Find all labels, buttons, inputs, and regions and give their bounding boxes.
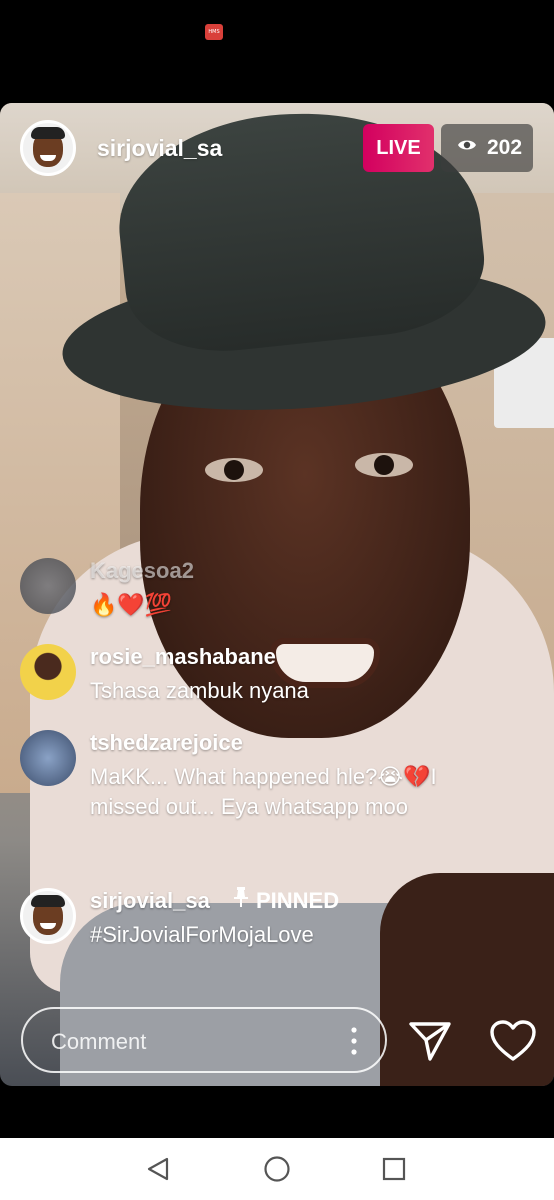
comment-username[interactable]: tshedzarejoice	[90, 730, 243, 756]
status-bar: HMS	[0, 0, 554, 60]
recent-square-icon[interactable]	[382, 1157, 406, 1181]
commenter-avatar[interactable]	[20, 888, 76, 944]
viewer-count: 202	[487, 136, 523, 159]
heart-icon[interactable]	[489, 1019, 537, 1063]
comment-text: #SirJovialForMojaLove	[90, 922, 314, 947]
viewer-count-badge[interactable]: 202	[441, 124, 533, 172]
pinned-label: PINNED	[234, 887, 339, 914]
comment-text: Tshasa zambuk nyana	[90, 678, 309, 703]
host-username[interactable]: sirjovial_sa	[97, 135, 222, 162]
screen: HMS sirjovial_sa LIVE 202 Kagesoa2 🔥❤️💯	[0, 0, 554, 1200]
commenter-avatar[interactable]	[20, 644, 76, 700]
system-nav-bar	[0, 1138, 554, 1200]
comment-text: MaKK... What happened hle?😭💔I missed out…	[90, 764, 437, 819]
comment-text: 🔥❤️💯	[90, 592, 173, 617]
comment-username[interactable]: Kagesoa2	[90, 558, 194, 584]
comment-placeholder: Comment	[51, 1029, 147, 1054]
comment-username[interactable]: rosie_mashabane	[90, 644, 276, 670]
host-avatar[interactable]	[20, 120, 76, 176]
comment-username[interactable]: sirjovial_sa	[90, 888, 210, 914]
comment-input[interactable]: Comment	[21, 1007, 387, 1073]
commenter-avatar[interactable]	[20, 558, 76, 614]
home-circle-icon[interactable]	[263, 1155, 291, 1183]
send-icon[interactable]	[408, 1020, 452, 1062]
more-vertical-icon[interactable]	[351, 1026, 357, 1056]
live-badge: LIVE	[363, 124, 434, 172]
commenter-avatar[interactable]	[20, 730, 76, 786]
pin-icon	[234, 887, 248, 913]
eye-icon	[457, 122, 477, 170]
hms-app-icon: HMS	[205, 24, 223, 40]
back-triangle-icon[interactable]	[145, 1156, 171, 1182]
